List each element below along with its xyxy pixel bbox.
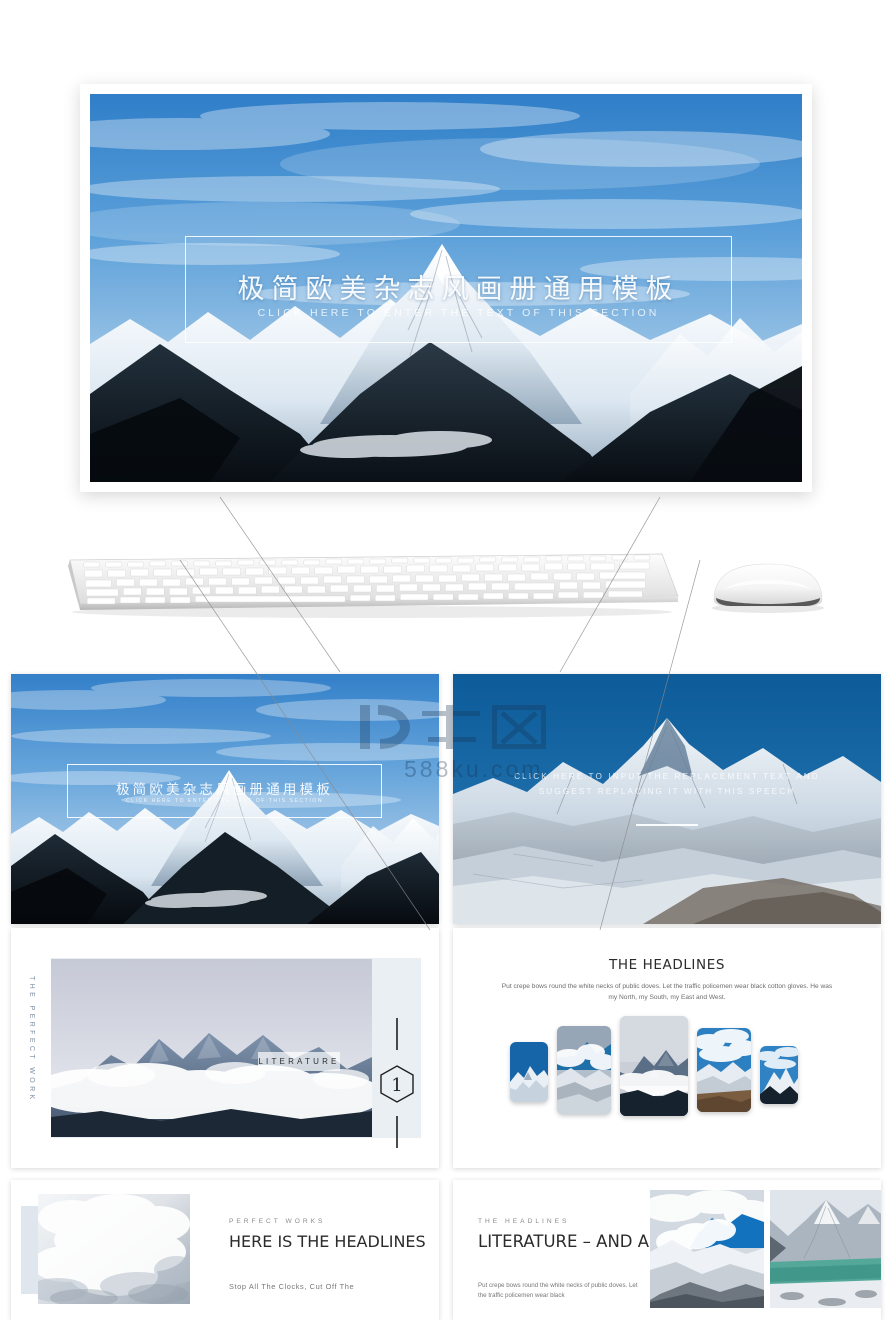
literature-body: Put crepe bows round the white necks of … <box>478 1282 638 1299</box>
cover-title: 极简欧美杂志风画册通用模板 <box>115 782 334 798</box>
page-canvas: 极简欧美杂志风画册通用模板 CLICK HERE TO ENTER THE TE… <box>0 0 892 1320</box>
intro-divider-rule <box>636 824 698 826</box>
feature-headline: HERE IS THE HEADLINES <box>229 1232 426 1251</box>
gallery-title: THE HEADLINES <box>608 957 726 973</box>
cover-title-box: 极简欧美杂志风画册通用模板 CLICK HERE TO ENTER THE TE… <box>67 764 382 818</box>
hero-title-box: 极简欧美杂志风画册通用模板 CLICK HERE TO ENTER THE TE… <box>185 236 732 343</box>
slide-intro-image <box>453 674 881 924</box>
gallery-card-1[interactable] <box>510 1042 548 1102</box>
mouse-mockup <box>700 556 835 618</box>
lake-mountain-illustration <box>770 1190 881 1308</box>
cloud-mountain-illustration <box>51 959 372 1137</box>
gallery-card-4[interactable] <box>697 1028 751 1112</box>
slide-cover[interactable]: 极简欧美杂志风画册通用模板 CLICK HERE TO ENTER THE TE… <box>11 674 439 924</box>
snow-cloud-illustration <box>650 1190 764 1308</box>
keyboard-mockup <box>62 552 682 622</box>
gallery-card-3[interactable] <box>620 1016 688 1116</box>
section-number-marker: 1 <box>380 1018 414 1148</box>
gallery-card-row <box>453 1016 881 1116</box>
hero-image: 极简欧美杂志风画册通用模板 CLICK HERE TO ENTER THE TE… <box>90 94 802 482</box>
slide-literature[interactable]: THE HEADLINES LITERATURE – AND ART Put c… <box>453 1180 881 1320</box>
literature-photo-2 <box>770 1190 881 1308</box>
slide-gallery[interactable]: THE HEADLINES Put crepe bows round the w… <box>453 928 881 1168</box>
hero-subtitle: CLICK HERE TO ENTER THE TEXT OF THIS SEC… <box>257 307 660 319</box>
clouds-illustration <box>38 1194 190 1304</box>
feature-kicker: PERFECT WORKS <box>229 1218 326 1225</box>
section-number: 1 <box>391 1075 402 1096</box>
literature-kicker: THE HEADLINES <box>478 1218 570 1225</box>
mouse-illustration <box>712 563 824 613</box>
literature-headline: LITERATURE – AND ART <box>478 1232 670 1251</box>
section-badge: LITERATURE <box>258 1052 340 1071</box>
gallery-body: Put crepe bows round the white necks of … <box>501 983 833 1001</box>
gallery-card-2[interactable] <box>557 1026 611 1114</box>
gallery-image-1 <box>510 1042 548 1102</box>
hero-title: 极简欧美杂志风画册通用模板 <box>237 274 680 305</box>
section-vertical-label: THE PERFECT WORK <box>28 976 35 1103</box>
feature-body: Stop All The Clocks, Cut Off The <box>229 1282 355 1291</box>
gallery-image-2 <box>557 1026 611 1114</box>
intro-body-text: CLICK HERE TO INPUT THE REPLACEMENT TEXT… <box>514 772 820 796</box>
feature-photo <box>38 1194 190 1304</box>
section-photo <box>51 959 372 1137</box>
keyboard-illustration <box>68 553 679 618</box>
gallery-image-5 <box>760 1046 798 1104</box>
gallery-image-4 <box>697 1028 751 1112</box>
slide-feature[interactable]: PERFECT WORKS HERE IS THE HEADLINES Stop… <box>11 1180 439 1320</box>
literature-photo-1 <box>650 1190 764 1308</box>
cover-subtitle: CLICK HERE TO ENTER THE TEXT OF THIS SEC… <box>125 798 324 804</box>
hero-slide-frame: 极简欧美杂志风画册通用模板 CLICK HERE TO ENTER THE TE… <box>80 84 812 492</box>
intro-mountain-illustration <box>453 674 881 924</box>
gallery-card-5[interactable] <box>760 1046 798 1104</box>
slide-intro[interactable]: CLICK HERE TO INPUT THE REPLACEMENT TEXT… <box>453 674 881 924</box>
gallery-image-3 <box>620 1016 688 1116</box>
